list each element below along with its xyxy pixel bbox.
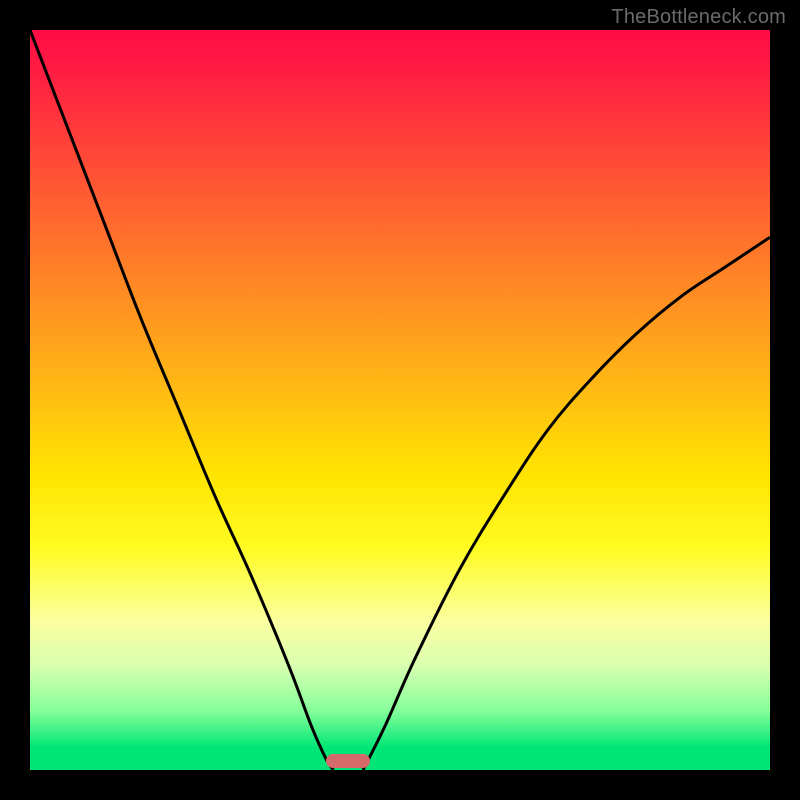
chart-plot-area bbox=[30, 30, 770, 770]
left-curve-path bbox=[30, 30, 333, 770]
bottleneck-marker bbox=[326, 754, 370, 768]
watermark-text: TheBottleneck.com bbox=[611, 6, 786, 29]
chart-curves-svg bbox=[30, 30, 770, 770]
right-curve-path bbox=[363, 237, 770, 770]
